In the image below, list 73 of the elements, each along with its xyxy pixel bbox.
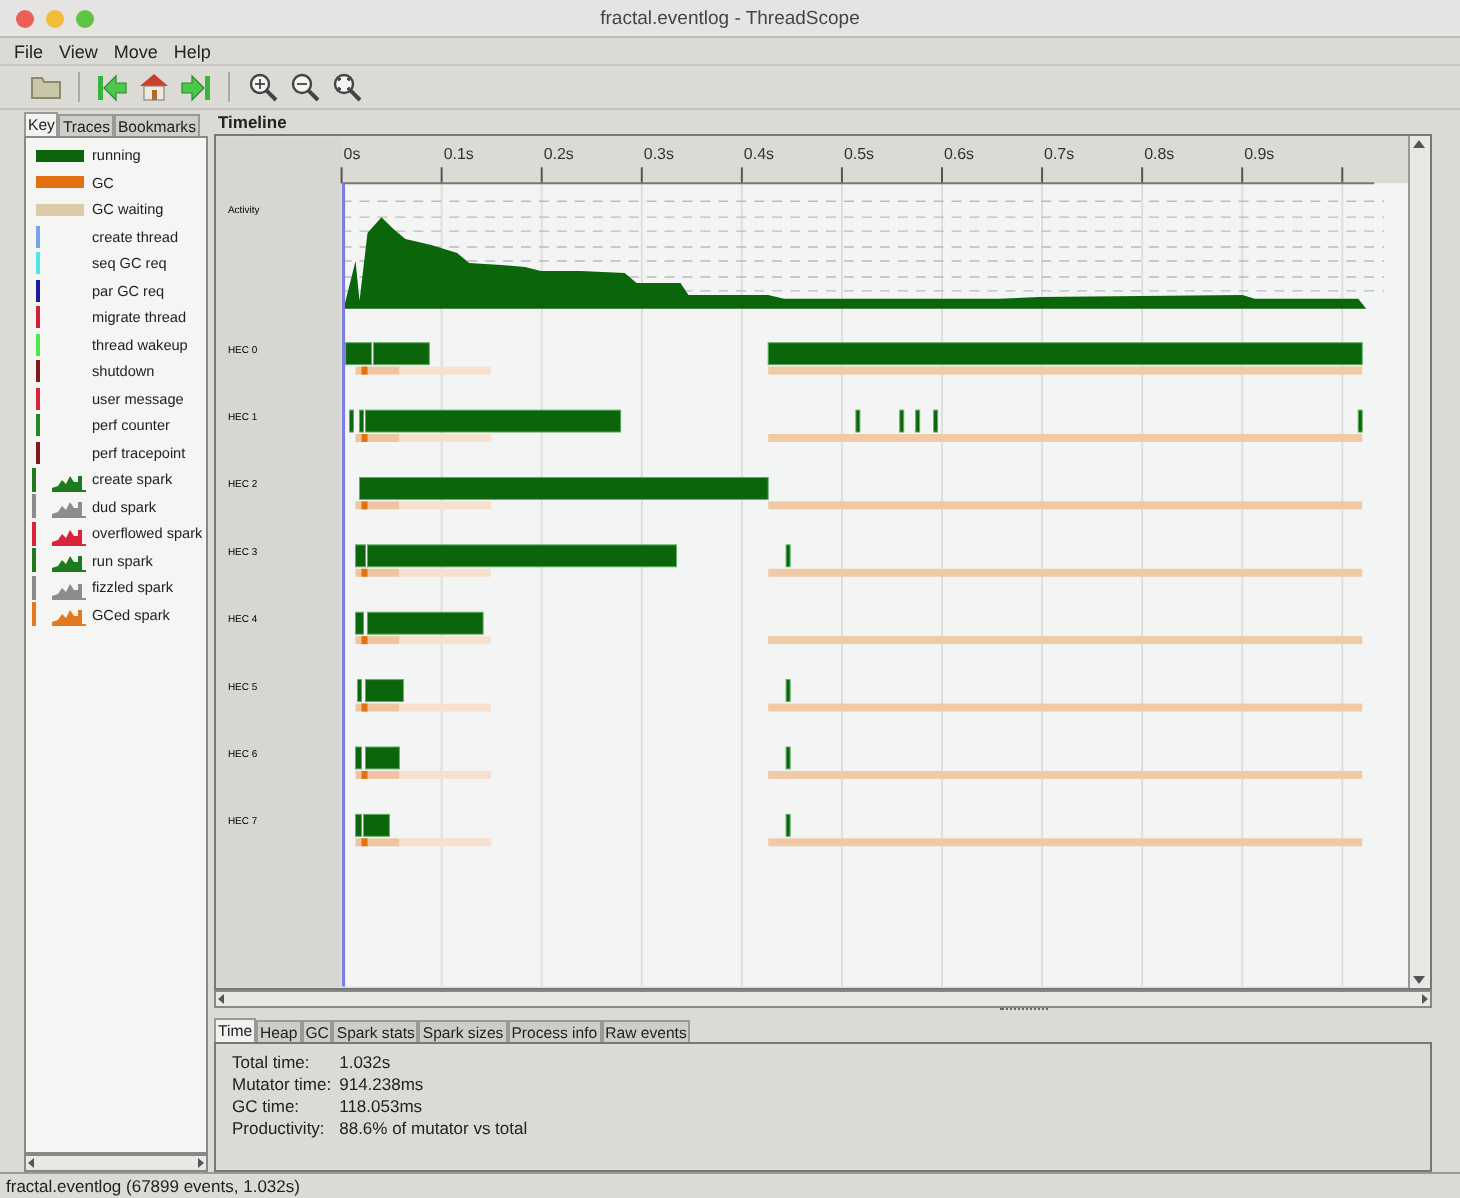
stat-value: 914.238ms: [339, 1074, 426, 1094]
activity-bar: [365, 679, 404, 703]
activity-bar: [785, 544, 791, 568]
scroll-right-icon: [1420, 994, 1430, 1004]
skip-to-end-icon: [180, 73, 212, 101]
zoom-in-icon: [247, 72, 277, 102]
stat-value: 88.6% of mutator vs total: [339, 1118, 528, 1138]
activity-bar: [899, 409, 905, 433]
scroll-up-icon: [1410, 136, 1429, 152]
gc-strip: [355, 636, 492, 645]
horizontal-scrollbar[interactable]: [24, 1154, 208, 1172]
scroll-left-icon: [26, 1158, 36, 1168]
zoom-button[interactable]: [76, 9, 94, 27]
folder-icon: [30, 74, 62, 100]
activity-bar: [1357, 409, 1363, 433]
gc-strip: [355, 838, 492, 847]
menu-item[interactable]: View: [51, 41, 106, 61]
home-icon: [138, 72, 170, 102]
scroll-right-icon: [196, 1158, 206, 1168]
zoom-fit-button[interactable]: [328, 69, 364, 105]
tick-label: 0.6s: [944, 145, 975, 164]
tick-label: 0.2s: [543, 145, 574, 164]
tick-label: 0.1s: [443, 145, 474, 164]
stat-label: Mutator time:: [232, 1074, 332, 1094]
scroll-left-icon: [216, 994, 226, 1004]
activity-bar: [915, 409, 921, 433]
tick-label: 0.8s: [1144, 145, 1175, 164]
activity-bar: [355, 611, 364, 635]
gc-strip: [355, 366, 492, 375]
gc-strip: [355, 501, 492, 510]
activity-bar: [367, 611, 484, 635]
zoom-in-button[interactable]: [244, 69, 280, 105]
tick-label: 0.3s: [643, 145, 674, 164]
end-button[interactable]: [178, 69, 214, 105]
home-button[interactable]: [136, 69, 172, 105]
activity-bar: [349, 409, 355, 433]
gc-strip: [355, 568, 492, 577]
activity-bar: [365, 746, 400, 770]
menu-item[interactable]: Help: [165, 41, 219, 61]
tick-label: 0.7s: [1044, 145, 1075, 164]
panel-title: Timeline: [218, 112, 287, 132]
tick-label: 0s: [343, 145, 361, 164]
tick-label: 0.5s: [843, 145, 875, 164]
stat-label: Total time:: [232, 1052, 312, 1072]
window-title: fractal.eventlog - ThreadScope: [600, 7, 860, 29]
activity-bar: [785, 746, 791, 770]
status-text: fractal.eventlog (67899 events, 1.032s): [6, 1176, 300, 1196]
activity-bar: [355, 746, 362, 770]
close-button[interactable]: [16, 9, 34, 27]
gc-strip: [355, 703, 492, 712]
gc-strip: [355, 770, 492, 779]
zoom-out-button[interactable]: [286, 69, 322, 105]
skip-to-start-icon: [96, 73, 128, 101]
tick-label: 0.9s: [1244, 145, 1275, 164]
stat-label: Productivity:: [232, 1118, 327, 1138]
gc-strip: [355, 434, 492, 442]
menu-item[interactable]: File: [6, 41, 52, 61]
activity-bar: [785, 813, 791, 837]
zoom-out-icon: [289, 72, 319, 102]
stat-value: 118.053ms: [339, 1096, 425, 1116]
activity-bar: [357, 679, 362, 703]
stat-label: GC time:: [232, 1096, 302, 1116]
activity-bar: [785, 679, 791, 703]
tick-label: 0.4s: [743, 145, 774, 164]
zoom-fit-icon: [331, 72, 361, 102]
vertical-scrollbar[interactable]: [1408, 136, 1430, 988]
splitter-handle[interactable]: [999, 1008, 1047, 1014]
activity-bar: [933, 409, 939, 433]
stat-value: 1.032s: [339, 1052, 393, 1072]
activity-bar: [855, 409, 861, 433]
start-button[interactable]: [94, 69, 130, 105]
menu-item[interactable]: Move: [105, 41, 166, 61]
horizontal-scrollbar[interactable]: [214, 990, 1432, 1008]
